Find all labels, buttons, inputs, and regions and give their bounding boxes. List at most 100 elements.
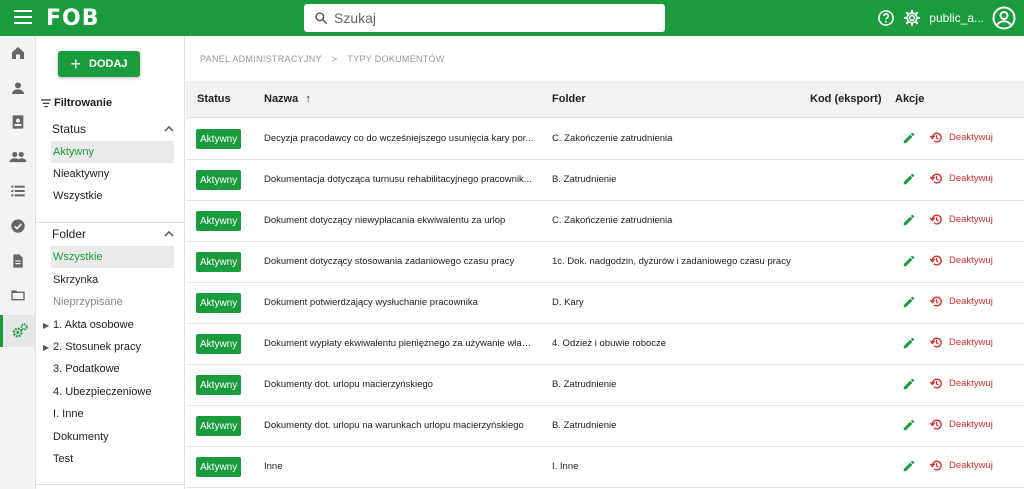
column-name[interactable]: Nazwa ↑ — [264, 93, 311, 105]
deactivate-icon — [929, 376, 944, 391]
search-box[interactable] — [304, 4, 665, 32]
check-circle-icon[interactable] — [0, 210, 36, 242]
home-icon[interactable] — [0, 37, 36, 69]
deactivate-label: Deaktywuj — [949, 214, 993, 225]
deactivate-button[interactable]: Deaktywuj — [929, 253, 993, 268]
search-icon — [315, 12, 327, 24]
username-label[interactable]: public_a... — [929, 11, 984, 25]
menu-icon[interactable] — [14, 10, 32, 26]
document-type-name[interactable]: Dokument wypłaty ekwiwalentu pieniężnego… — [264, 338, 534, 349]
deactivate-button[interactable]: Deaktywuj — [929, 458, 993, 473]
deactivate-label: Deaktywuj — [949, 378, 993, 389]
deactivate-label: Deaktywuj — [949, 337, 993, 348]
folder-cell: 4. Odzież i obuwie robocze — [552, 338, 667, 349]
edit-icon[interactable] — [902, 213, 916, 230]
account-circle-icon[interactable] — [992, 6, 1016, 30]
table-row[interactable]: Aktywny Dokument potwierdzający wysłuchan… — [186, 283, 1024, 324]
document-type-name[interactable]: Dokumenty dot. urlopu na warunkach urlop… — [264, 420, 534, 431]
folder-option-akta-osobowe[interactable]: ▶ 1. Akta osobowe — [43, 314, 174, 336]
folder-cell: B. Zatrudnienie — [552, 379, 617, 390]
status-badge: Aktywny — [196, 170, 242, 190]
edit-icon[interactable] — [902, 254, 916, 271]
status-option-wszystkie[interactable]: Wszystkie — [51, 185, 174, 207]
deactivate-button[interactable]: Deaktywuj — [929, 335, 993, 350]
group-icon[interactable] — [0, 141, 36, 173]
table-row[interactable]: Aktywny Dokument dotyczący niewypłacania … — [186, 201, 1024, 242]
deactivate-button[interactable]: Deaktywuj — [929, 171, 993, 186]
deactivate-icon — [929, 335, 944, 350]
deactivate-button[interactable]: Deaktywuj — [929, 417, 993, 432]
main-content: PANEL ADMINISTRACYJNY > TYPY DOKUMENTÓW … — [186, 36, 1024, 489]
edit-icon[interactable] — [902, 377, 916, 394]
help-icon[interactable] — [877, 9, 895, 27]
deactivate-button[interactable]: Deaktywuj — [929, 294, 993, 309]
column-folder[interactable]: Folder — [552, 93, 586, 105]
folder-option-skrzynka[interactable]: Skrzynka — [51, 269, 174, 291]
contact-card-icon[interactable] — [0, 106, 36, 138]
filter-title-label: Filtrowanie — [54, 97, 113, 109]
status-option-nieaktywny[interactable]: Nieaktywny — [51, 163, 174, 185]
document-icon[interactable] — [0, 245, 36, 277]
list-icon[interactable] — [0, 175, 36, 207]
folder-option-nieprzypisane[interactable]: Nieprzypisane — [51, 291, 174, 313]
caret-right-icon[interactable]: ▶ — [43, 343, 49, 352]
gear-icon[interactable] — [903, 9, 921, 27]
folder-cell: 1c. Dok. nadgodzin, dyżurów i zadanioweg… — [552, 256, 791, 267]
folder-icon[interactable] — [0, 279, 36, 311]
folder-option-dokumenty[interactable]: Dokumenty — [51, 426, 174, 448]
edit-icon[interactable] — [902, 459, 916, 476]
edit-icon[interactable] — [902, 131, 916, 148]
document-type-name[interactable]: Dokument dotyczący stosowania zadanioweg… — [264, 256, 534, 267]
table-row[interactable]: Aktywny Dokument dotyczący stosowania zad… — [186, 242, 1024, 283]
deactivate-label: Deaktywuj — [949, 255, 993, 266]
deactivate-icon — [929, 458, 944, 473]
folder-cell: B. Zatrudnienie — [552, 174, 617, 185]
add-button-label: DODAJ — [89, 58, 128, 70]
folder-option-stosunek-pracy[interactable]: ▶ 2. Stosunek pracy — [43, 336, 174, 358]
deactivate-button[interactable]: Deaktywuj — [929, 212, 993, 227]
status-badge: Aktywny — [196, 457, 242, 477]
folder-option-wszystkie[interactable]: Wszystkie — [51, 246, 174, 268]
folder-option-ubezpieczeniowe[interactable]: 4. Ubezpieczeniowe — [51, 381, 174, 403]
table-row[interactable]: Aktywny Dokumenty dot. urlopu na warunkac… — [186, 406, 1024, 447]
document-type-name[interactable]: Decyzja pracodawcy co do wcześniejszego … — [264, 133, 534, 144]
caret-right-icon[interactable]: ▶ — [43, 321, 49, 330]
edit-icon[interactable] — [902, 336, 916, 353]
deactivate-button[interactable]: Deaktywuj — [929, 376, 993, 391]
folder-option-test[interactable]: Test — [51, 448, 174, 470]
edit-icon[interactable] — [902, 172, 916, 189]
table-header: Status Nazwa ↑ Folder Kod (eksport) Akcj… — [186, 81, 1024, 118]
status-badge: Aktywny — [196, 129, 242, 149]
edit-icon[interactable] — [902, 295, 916, 312]
table-row[interactable]: Aktywny Dokumentacja dotycząca turnusu re… — [186, 160, 1024, 201]
add-button[interactable]: + DODAJ — [58, 51, 140, 77]
breadcrumb-item[interactable]: PANEL ADMINISTRACYJNY — [200, 54, 322, 64]
document-type-name[interactable]: Inne — [264, 461, 534, 472]
table-row[interactable]: Aktywny Dokumenty dot. urlopu macierzyńsk… — [186, 365, 1024, 406]
edit-icon[interactable] — [902, 418, 916, 435]
status-option-aktywny[interactable]: Aktywny — [51, 141, 174, 163]
person-icon[interactable] — [0, 72, 36, 104]
deactivate-button[interactable]: Deaktywuj — [929, 130, 993, 145]
breadcrumb-separator: > — [331, 54, 338, 64]
app-logo[interactable]: FOB — [46, 6, 100, 31]
settings-gears-icon[interactable] — [0, 315, 36, 347]
status-section-label: Status — [52, 122, 87, 136]
document-type-name[interactable]: Dokumentacja dotycząca turnusu rehabilit… — [264, 174, 534, 185]
table-row[interactable]: Aktywny Dokument wypłaty ekwiwalentu pien… — [186, 324, 1024, 365]
column-status[interactable]: Status — [197, 93, 231, 105]
folder-option-inne[interactable]: I. Inne — [51, 403, 174, 425]
folder-option-podatkowe[interactable]: 3. Podatkowe — [51, 358, 174, 380]
sort-arrow-icon: ↑ — [305, 93, 311, 105]
table-row[interactable]: Aktywny Inne I. Inne Deaktywuj — [186, 447, 1024, 488]
status-section-toggle[interactable]: Status — [52, 122, 174, 136]
document-type-name[interactable]: Dokumenty dot. urlopu macierzyńskiego — [264, 379, 534, 390]
column-name-label: Nazwa — [264, 93, 299, 105]
folder-section-toggle[interactable]: Folder — [52, 227, 174, 241]
table-row[interactable]: Aktywny Decyzja pracodawcy co do wcześnie… — [186, 119, 1024, 160]
document-type-name[interactable]: Dokument dotyczący niewypłacania ekwiwal… — [264, 215, 534, 226]
folder-cell: I. Inne — [552, 461, 579, 472]
search-input[interactable] — [334, 10, 654, 26]
column-code[interactable]: Kod (eksport) — [810, 93, 882, 105]
document-type-name[interactable]: Dokument potwierdzający wysłuchanie prac… — [264, 297, 534, 308]
